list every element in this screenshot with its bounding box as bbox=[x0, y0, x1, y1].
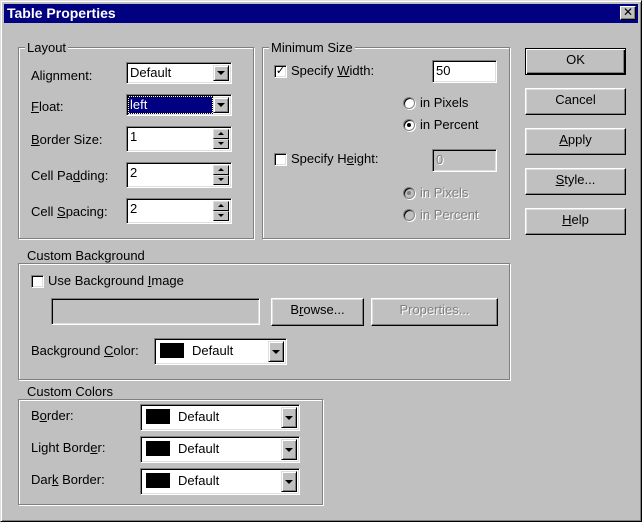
browse-button[interactable]: Browse... bbox=[271, 298, 364, 326]
light-border-color-value: Default bbox=[178, 441, 220, 456]
height-in-pixels-radio bbox=[403, 187, 415, 199]
color-swatch bbox=[146, 409, 170, 424]
close-button[interactable]: ✕ bbox=[620, 6, 636, 20]
specify-width-label: Specify Width: bbox=[291, 63, 375, 78]
spin-down-icon bbox=[218, 142, 224, 145]
border-color-select[interactable]: Default bbox=[140, 404, 300, 431]
cell-padding-value: 2 bbox=[130, 165, 138, 180]
use-background-image-checkbox[interactable] bbox=[31, 275, 44, 288]
width-in-pixels-radio[interactable] bbox=[403, 97, 415, 109]
background-color-select[interactable]: Default bbox=[154, 338, 287, 365]
spin-up-icon bbox=[218, 168, 224, 171]
background-color-dropdown-button[interactable] bbox=[268, 341, 284, 362]
specify-height-label: Specify Height: bbox=[291, 151, 379, 166]
close-icon: ✕ bbox=[622, 5, 634, 19]
cell-padding-stepper[interactable]: 2 bbox=[126, 162, 232, 188]
table-properties-dialog: Table Properties ✕ Layout Alignment: Def… bbox=[0, 0, 642, 522]
chevron-down-icon bbox=[285, 415, 293, 420]
width-value: 50 bbox=[436, 63, 451, 78]
height-in-pixels-label: in Pixels bbox=[420, 185, 469, 200]
border-size-spin-up[interactable] bbox=[213, 129, 229, 139]
cell-spacing-label: Cell Spacing: bbox=[31, 204, 108, 219]
color-swatch bbox=[146, 441, 170, 456]
ok-button[interactable]: OK bbox=[525, 48, 626, 75]
alignment-label: Alignment: bbox=[31, 68, 93, 83]
cell-spacing-stepper[interactable]: 2 bbox=[126, 198, 232, 224]
custom-colors-legend: Custom Colors bbox=[25, 384, 115, 399]
light-border-color-label: Light Border: bbox=[31, 440, 106, 455]
checkmark-icon: ✓ bbox=[275, 65, 286, 77]
border-size-stepper[interactable]: 1 bbox=[126, 126, 232, 152]
cell-padding-spin-down[interactable] bbox=[213, 175, 229, 185]
style-button[interactable]: Style... bbox=[525, 168, 626, 195]
cell-padding-label: Cell Padding: bbox=[31, 168, 109, 183]
alignment-value: Default bbox=[130, 65, 172, 80]
float-value: left bbox=[128, 96, 213, 114]
spin-up-icon bbox=[218, 204, 224, 207]
background-image-path bbox=[51, 298, 260, 325]
cell-spacing-value: 2 bbox=[130, 201, 138, 216]
float-label: Float: bbox=[31, 99, 64, 114]
dark-border-color-value: Default bbox=[178, 473, 220, 488]
spin-down-icon bbox=[218, 178, 224, 181]
chevron-down-icon bbox=[217, 71, 225, 75]
cell-spacing-spin-up[interactable] bbox=[213, 201, 229, 211]
cell-padding-spin-up[interactable] bbox=[213, 165, 229, 175]
light-border-color-select[interactable]: Default bbox=[140, 436, 300, 463]
custom-background-legend: Custom Background bbox=[25, 248, 147, 263]
border-color-label: Border: bbox=[31, 408, 74, 423]
apply-button[interactable]: Apply bbox=[525, 128, 626, 155]
cancel-button[interactable]: Cancel bbox=[525, 88, 626, 115]
background-color-value: Default bbox=[192, 343, 234, 358]
title-bar[interactable]: Table Properties ✕ bbox=[4, 4, 638, 23]
border-size-spin-down[interactable] bbox=[213, 139, 229, 149]
border-color-value: Default bbox=[178, 409, 220, 424]
dark-border-color-label: Dark Border: bbox=[31, 472, 105, 487]
alignment-select[interactable]: Default bbox=[126, 62, 232, 84]
height-value: 0 bbox=[436, 152, 444, 167]
width-in-percent-radio[interactable] bbox=[403, 119, 415, 131]
help-button[interactable]: Help bbox=[525, 208, 626, 235]
float-select[interactable]: left bbox=[126, 94, 232, 116]
background-color-label: Background Color: bbox=[31, 343, 139, 358]
layout-legend: Layout bbox=[25, 40, 69, 55]
height-in-percent-radio bbox=[403, 209, 415, 221]
spin-up-icon bbox=[218, 132, 224, 135]
properties-button: Properties... bbox=[371, 298, 498, 326]
float-dropdown-button[interactable] bbox=[213, 97, 229, 113]
width-in-pixels-label: in Pixels bbox=[420, 95, 469, 110]
width-input[interactable]: 50 bbox=[432, 60, 497, 83]
light-border-color-dropdown-button[interactable] bbox=[281, 439, 297, 460]
minimum-size-legend: Minimum Size bbox=[269, 40, 355, 55]
width-in-percent-label: in Percent bbox=[420, 117, 479, 132]
specify-width-checkbox[interactable]: ✓ bbox=[274, 65, 287, 78]
specify-height-checkbox[interactable] bbox=[274, 153, 287, 166]
spin-down-icon bbox=[218, 214, 224, 217]
border-color-dropdown-button[interactable] bbox=[281, 407, 297, 428]
cell-spacing-spin-down[interactable] bbox=[213, 211, 229, 221]
border-size-value: 1 bbox=[130, 129, 138, 144]
height-input: 0 bbox=[432, 149, 497, 172]
alignment-dropdown-button[interactable] bbox=[213, 65, 229, 81]
chevron-down-icon bbox=[272, 349, 280, 354]
chevron-down-icon bbox=[285, 447, 293, 452]
color-swatch bbox=[160, 343, 184, 358]
use-background-image-label: Use Background Image bbox=[48, 273, 184, 288]
dark-border-color-dropdown-button[interactable] bbox=[281, 471, 297, 492]
border-size-label: Border Size: bbox=[31, 132, 103, 147]
color-swatch bbox=[146, 473, 170, 488]
window-title: Table Properties bbox=[7, 5, 116, 21]
height-in-percent-label: in Percent bbox=[420, 207, 479, 222]
chevron-down-icon bbox=[285, 479, 293, 484]
dark-border-color-select[interactable]: Default bbox=[140, 468, 300, 495]
chevron-down-icon bbox=[217, 103, 225, 107]
